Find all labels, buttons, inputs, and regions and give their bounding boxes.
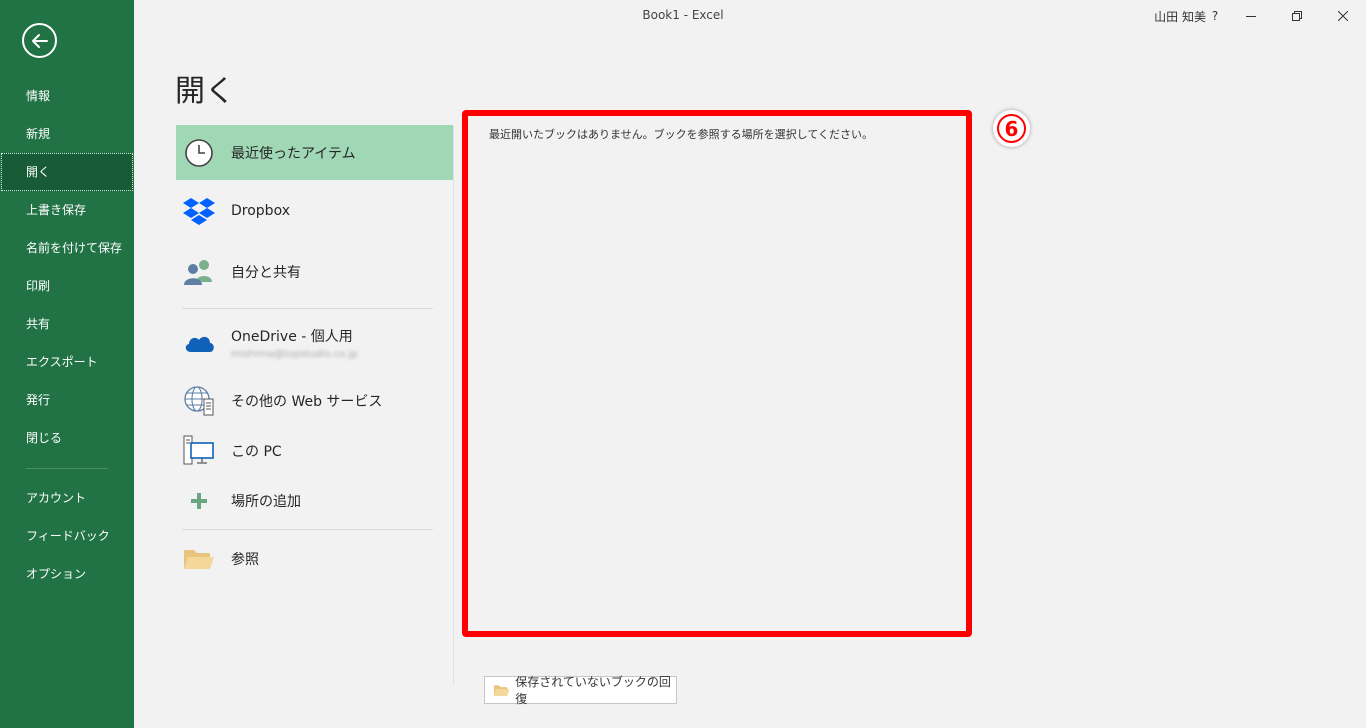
clock-icon (182, 136, 216, 170)
no-recent-message: 最近開いたブックはありません。ブックを参照する場所を選択してください。 (489, 128, 874, 141)
panel-divider (453, 125, 454, 685)
dropbox-icon (182, 194, 216, 228)
nav-options[interactable]: オプション (0, 555, 134, 593)
location-label: その他の Web サービス (231, 394, 383, 410)
nav-publish[interactable]: 発行 (0, 381, 134, 419)
close-icon (1338, 11, 1348, 21)
recover-button-label: 保存されていないブックの回復 (515, 675, 671, 706)
location-add-place[interactable]: 場所の追加 (176, 477, 453, 525)
onedrive-account-email: mishima@topstudio.co.jp (231, 349, 358, 360)
arrow-left-icon (31, 33, 48, 48)
location-web-services[interactable]: その他の Web サービス (176, 377, 453, 425)
folder-icon (182, 542, 216, 576)
nav-account[interactable]: アカウント (0, 479, 134, 517)
locations-list: 最近使ったアイテム Dropbox 自分と共有 OneDrive - 個人用 m… (176, 125, 453, 588)
nav-share[interactable]: 共有 (0, 305, 134, 343)
location-recent[interactable]: 最近使ったアイテム (176, 125, 453, 180)
nav-close[interactable]: 閉じる (0, 419, 134, 457)
onedrive-icon (182, 326, 216, 360)
nav-save[interactable]: 上書き保存 (0, 191, 134, 229)
page-title: 開く (175, 74, 235, 109)
nav-save-as[interactable]: 名前を付けて保存 (0, 229, 134, 267)
backstage-sidebar: 情報 新規 開く 上書き保存 名前を付けて保存 印刷 共有 エクスポート 発行 … (0, 0, 134, 728)
plus-icon (182, 484, 216, 518)
location-label: 参照 (231, 552, 259, 568)
location-onedrive[interactable]: OneDrive - 個人用 mishima@topstudio.co.jp (176, 309, 453, 377)
location-label: 場所の追加 (231, 494, 301, 510)
location-label: 自分と共有 (231, 264, 301, 281)
restore-button[interactable] (1274, 0, 1320, 32)
folder-icon (493, 685, 510, 696)
location-label: 最近使ったアイテム (231, 145, 356, 162)
recover-unsaved-workbooks-button[interactable]: 保存されていないブックの回復 (484, 675, 677, 706)
onedrive-text: OneDrive - 個人用 mishima@topstudio.co.jp (231, 326, 358, 360)
location-shared-with-me[interactable]: 自分と共有 (176, 241, 453, 302)
nav-export[interactable]: エクスポート (0, 343, 134, 381)
help-button[interactable]: ? (1204, 0, 1226, 32)
user-name[interactable]: 山田 知美 (1154, 8, 1206, 25)
window-title: Book1 - Excel (642, 8, 724, 22)
nav-open[interactable]: 開く (1, 153, 133, 191)
location-dropbox[interactable]: Dropbox (176, 180, 453, 241)
restore-icon (1292, 11, 1302, 21)
location-label: OneDrive - 個人用 (231, 329, 353, 345)
people-icon (182, 255, 216, 289)
nav-info[interactable]: 情報 (0, 77, 134, 115)
step-badge: 6 (993, 110, 1030, 147)
location-label: この PC (231, 444, 282, 460)
location-this-pc[interactable]: この PC (176, 425, 453, 477)
close-button[interactable] (1320, 0, 1366, 32)
computer-icon (182, 434, 216, 468)
back-button[interactable] (22, 23, 57, 58)
minimize-icon (1246, 16, 1256, 17)
step-number: 6 (997, 114, 1026, 143)
globe-server-icon (182, 384, 216, 418)
minimize-button[interactable] (1228, 0, 1274, 32)
nav-feedback[interactable]: フィードバック (0, 517, 134, 555)
location-label: Dropbox (231, 202, 290, 219)
title-bar: Book1 - Excel 山田 知美 ? (134, 0, 1366, 32)
nav-new[interactable]: 新規 (0, 115, 134, 153)
backstage-nav: 情報 新規 開く 上書き保存 名前を付けて保存 印刷 共有 エクスポート 発行 … (0, 77, 134, 593)
recent-workbooks-area: 最近開いたブックはありません。ブックを参照する場所を選択してください。 (462, 110, 972, 637)
location-browse[interactable]: 参照 (176, 530, 453, 588)
nav-print[interactable]: 印刷 (0, 267, 134, 305)
nav-divider (26, 468, 108, 469)
